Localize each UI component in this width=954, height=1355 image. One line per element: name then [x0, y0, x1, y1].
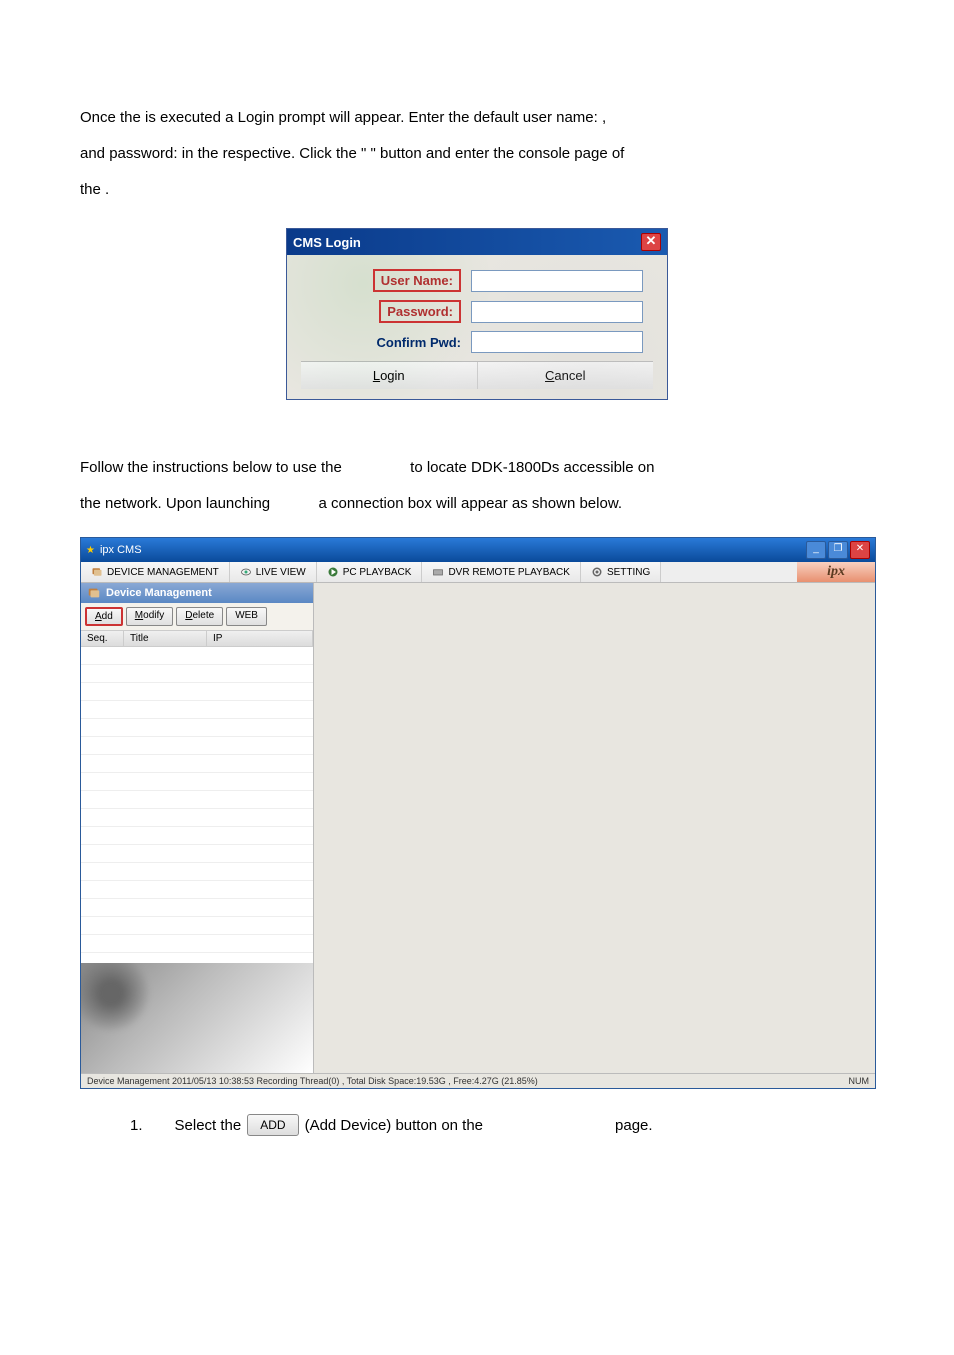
device-icon: [91, 566, 103, 578]
text: is executed a Login prompt will appear. …: [145, 109, 602, 126]
star-icon: ★: [86, 545, 95, 556]
logo: ipx: [797, 562, 875, 582]
login-button[interactable]: Login: [301, 362, 478, 389]
text: in the respective. Click the ": [182, 145, 371, 162]
tab-device-management[interactable]: DEVICE MANAGEMENT: [81, 562, 230, 582]
tab-label: DEVICE MANAGEMENT: [107, 567, 219, 578]
password-label: Password:: [379, 300, 461, 323]
minimize-icon[interactable]: _: [806, 541, 826, 559]
delete-button[interactable]: Delete: [176, 607, 223, 626]
text: page.: [615, 1117, 653, 1134]
cms-tabbar: DEVICE MANAGEMENT LIVE VIEW PC PLAYBACK …: [81, 562, 875, 583]
text: the: [80, 181, 105, 198]
text: (Add Device) button on the: [305, 1117, 483, 1134]
text: Select the: [175, 1117, 242, 1134]
device-toolbar: Add Modify Delete WEB: [81, 603, 313, 630]
cms-main-area: [314, 583, 875, 1073]
text: " button and enter the console page of: [370, 145, 624, 162]
cms-titlebar: ★ ipx CMS _ ❐ ✕: [81, 538, 875, 562]
add-button[interactable]: Add: [85, 607, 123, 626]
close-icon[interactable]: ✕: [850, 541, 870, 559]
close-icon[interactable]: ✕: [641, 233, 661, 251]
text: Once the: [80, 109, 145, 126]
text: to locate DDK-1800Ds accessible on: [410, 459, 654, 476]
cms-window: ★ ipx CMS _ ❐ ✕ DEVICE MANAGEMENT LIVE V…: [80, 537, 876, 1089]
decor-image: [81, 963, 313, 1073]
user-name-input[interactable]: [471, 270, 643, 292]
tab-label: SETTING: [607, 567, 650, 578]
col-seq: Seq.: [81, 631, 124, 646]
web-button[interactable]: WEB: [226, 607, 267, 626]
cancel-button[interactable]: Cancel: [478, 362, 654, 389]
text: a connection box will appear as shown be…: [318, 495, 622, 512]
maximize-icon[interactable]: ❐: [828, 541, 848, 559]
tab-label: DVR REMOTE PLAYBACK: [448, 567, 570, 578]
status-bar: Device Management 2011/05/13 10:38:53 Re…: [81, 1073, 875, 1088]
dvr-icon: [432, 566, 444, 578]
col-title: Title: [124, 631, 207, 646]
tab-live-view[interactable]: LIVE VIEW: [230, 562, 317, 582]
gear-icon: [591, 566, 603, 578]
add-button-inline[interactable]: ADD: [247, 1114, 298, 1136]
device-management-sidebar: Device Management Add Modify Delete WEB …: [81, 583, 314, 1073]
eye-icon: [240, 566, 252, 578]
device-table-header: Seq. Title IP: [81, 630, 313, 647]
device-table-body: [81, 647, 313, 963]
text: .: [105, 181, 109, 198]
tab-setting[interactable]: SETTING: [581, 562, 661, 582]
tab-dvr-remote-playback[interactable]: DVR REMOTE PLAYBACK: [422, 562, 581, 582]
device-icon: [87, 586, 101, 600]
tab-label: PC PLAYBACK: [343, 567, 412, 578]
playback-icon: [327, 566, 339, 578]
device-management-header: Device Management: [81, 583, 313, 603]
user-name-label: User Name:: [373, 269, 461, 292]
text: Follow the instructions below to use the: [80, 459, 346, 476]
col-ip: IP: [207, 631, 313, 646]
dm-header-label: Device Management: [106, 587, 212, 599]
password-input[interactable]: [471, 301, 643, 323]
cms-title: ipx CMS: [100, 544, 142, 556]
tab-pc-playback[interactable]: PC PLAYBACK: [317, 562, 423, 582]
login-title: CMS Login: [293, 235, 361, 250]
login-titlebar: CMS Login ✕: [287, 229, 667, 255]
login-dialog: CMS Login ✕ User Name: Password: Confirm…: [286, 228, 668, 400]
step-number: 1.: [130, 1117, 143, 1134]
status-text: Device Management 2011/05/13 10:38:53 Re…: [87, 1076, 538, 1086]
status-num: NUM: [849, 1076, 870, 1086]
confirm-pwd-label: Confirm Pwd:: [301, 335, 471, 350]
tab-label: LIVE VIEW: [256, 567, 306, 578]
modify-button[interactable]: Modify: [126, 607, 173, 626]
text: the network. Upon launching: [80, 495, 274, 512]
text: and password:: [80, 145, 182, 162]
confirm-pwd-input[interactable]: [471, 331, 643, 353]
text: ,: [602, 109, 606, 126]
